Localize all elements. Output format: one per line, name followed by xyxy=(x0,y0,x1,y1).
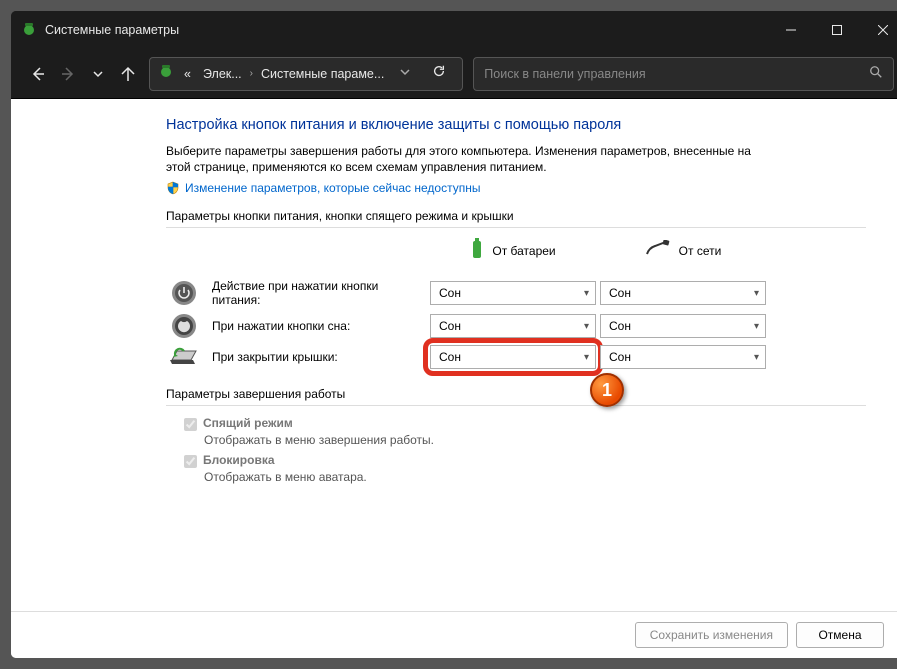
combo-sleep-plugged[interactable]: Сон▾ xyxy=(600,314,766,338)
cancel-button[interactable]: Отмена xyxy=(796,622,884,648)
titlebar: Системные параметры xyxy=(11,11,897,49)
separator xyxy=(166,227,866,228)
window-frame: Системные параметры « Элек... › Системны… xyxy=(10,10,897,659)
power-grid: От батареи От сети Действие при нажатии … xyxy=(166,238,866,369)
chevron-down-icon: ▾ xyxy=(584,288,589,299)
maximize-button[interactable] xyxy=(814,11,860,49)
admin-link-row: Изменение параметров, которые сейчас нед… xyxy=(166,181,866,195)
nav-toolbar: « Элек... › Системные параме... xyxy=(11,49,897,99)
window-title: Системные параметры xyxy=(45,23,768,37)
chevron-down-icon: ▾ xyxy=(754,288,759,299)
checkbox-lock xyxy=(184,455,197,468)
page-description: Выберите параметры завершения работы для… xyxy=(166,143,776,175)
location-icon xyxy=(158,63,174,84)
chevron-down-icon: ▾ xyxy=(584,321,589,332)
admin-settings-link[interactable]: Изменение параметров, которые сейчас нед… xyxy=(185,181,481,195)
footer: Сохранить изменения Отмена xyxy=(11,611,897,658)
row-power-button-label: Действие при нажатии кнопки питания: xyxy=(166,279,426,307)
combo-lid-plugged[interactable]: Сон▾ xyxy=(600,345,766,369)
col-header-plugged: От сети xyxy=(600,240,766,271)
section-shutdown-label: Параметры завершения работы xyxy=(166,387,866,401)
opt-lock-label: Блокировка xyxy=(203,453,275,467)
chevron-down-icon: ▾ xyxy=(754,352,759,363)
combo-power-battery[interactable]: Сон▾ xyxy=(430,281,596,305)
shield-icon xyxy=(166,181,180,195)
section-buttons-lid-label: Параметры кнопки питания, кнопки спящего… xyxy=(166,209,866,223)
up-button[interactable] xyxy=(113,58,143,90)
app-icon xyxy=(21,21,37,40)
crumb-1[interactable]: Элек... xyxy=(197,63,248,85)
power-button-icon xyxy=(166,280,202,306)
save-button[interactable]: Сохранить изменения xyxy=(635,622,788,648)
history-dropdown[interactable] xyxy=(83,58,113,90)
col-header-battery-label: От батареи xyxy=(492,244,555,258)
forward-button[interactable] xyxy=(53,58,83,90)
separator xyxy=(166,405,866,406)
sleep-button-icon xyxy=(166,313,202,339)
refresh-button[interactable] xyxy=(420,64,458,83)
chevron-down-icon: ▾ xyxy=(584,352,589,363)
opt-sleep-label: Спящий режим xyxy=(203,416,293,430)
combo-power-plugged[interactable]: Сон▾ xyxy=(600,281,766,305)
col-header-plugged-label: От сети xyxy=(679,244,722,258)
address-dropdown[interactable] xyxy=(390,67,420,80)
chevron-right-icon: › xyxy=(248,68,255,79)
minimize-button[interactable] xyxy=(768,11,814,49)
close-button[interactable] xyxy=(860,11,897,49)
combo-sleep-battery[interactable]: Сон▾ xyxy=(430,314,596,338)
opt-lock-desc: Отображать в меню аватара. xyxy=(204,470,866,484)
address-bar[interactable]: « Элек... › Системные параме... xyxy=(149,57,463,91)
checkbox-sleep xyxy=(184,418,197,431)
search-box[interactable] xyxy=(473,57,894,91)
laptop-lid-icon xyxy=(166,346,202,368)
crumb-prefix[interactable]: « xyxy=(178,63,197,85)
content-area: Настройка кнопок питания и включение защ… xyxy=(11,99,897,658)
search-input[interactable] xyxy=(484,67,869,81)
col-header-battery: От батареи xyxy=(430,238,596,273)
highlighted-combo-wrapper: Сон▾ 1 xyxy=(430,345,596,369)
search-icon[interactable] xyxy=(869,65,883,82)
chevron-down-icon: ▾ xyxy=(754,321,759,332)
crumb-2[interactable]: Системные параме... xyxy=(255,63,390,85)
row-sleep-button-label: При нажатии кнопки сна: xyxy=(166,313,426,339)
page-title: Настройка кнопок питания и включение защ… xyxy=(166,117,866,133)
back-button[interactable] xyxy=(23,58,53,90)
plug-icon xyxy=(645,240,671,261)
row-lid-close-label: При закрытии крышки: xyxy=(166,346,426,368)
battery-icon xyxy=(470,238,484,263)
combo-lid-battery[interactable]: Сон▾ xyxy=(430,345,596,369)
opt-sleep-desc: Отображать в меню завершения работы. xyxy=(204,433,866,447)
